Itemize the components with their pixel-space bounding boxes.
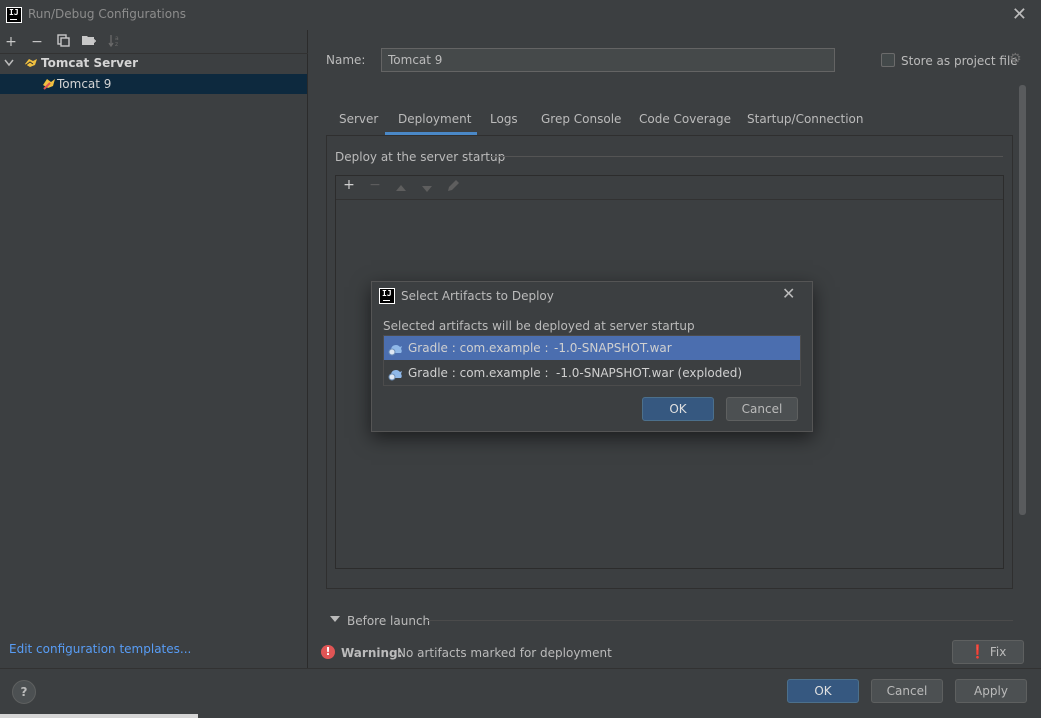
gradle-artifact-icon xyxy=(388,370,402,381)
artifact-name-suffix: -1.0-SNAPSHOT.war xyxy=(554,341,672,355)
dialog-ok-button[interactable]: OK xyxy=(642,397,714,421)
fix-button[interactable]: ❗ Fix xyxy=(952,640,1024,664)
artifact-name-suffix: -1.0-SNAPSHOT.war (exploded) xyxy=(556,366,743,380)
dialog-title: Select Artifacts to Deploy xyxy=(401,289,554,303)
ok-button[interactable]: OK xyxy=(787,679,859,703)
name-label: Name: xyxy=(326,53,366,67)
move-down-icon[interactable] xyxy=(419,181,435,197)
name-input[interactable] xyxy=(381,48,835,72)
dialog-description: Selected artifacts will be deployed at s… xyxy=(383,319,695,333)
tab-grep-console[interactable]: Grep Console xyxy=(541,112,621,126)
tree-item-tomcat-server[interactable]: Tomcat Server xyxy=(0,55,307,73)
folder-icon[interactable] xyxy=(80,34,98,50)
edit-configuration-templates-link[interactable]: Edit configuration templates... xyxy=(9,642,191,656)
window-title: Run/Debug Configurations xyxy=(28,7,186,21)
store-as-project-file-label[interactable]: Store as project file xyxy=(901,54,1018,68)
tab-code-coverage[interactable]: Code Coverage xyxy=(639,112,731,126)
intellij-logo-icon: IJ xyxy=(379,288,395,304)
sort-icon[interactable]: az xyxy=(106,34,124,51)
before-launch-toggle[interactable]: Before launch xyxy=(347,614,430,628)
vertical-scrollbar[interactable] xyxy=(1019,85,1026,515)
fix-button-label: Fix xyxy=(989,645,1007,659)
tomcat-icon xyxy=(25,59,37,67)
edit-icon[interactable] xyxy=(445,179,461,197)
remove-icon[interactable]: − xyxy=(28,34,46,50)
list-item[interactable]: Gradle : com.example : -1.0-SNAPSHOT.war xyxy=(384,336,800,360)
chevron-down-icon[interactable] xyxy=(330,616,340,622)
tab-deployment[interactable]: Deployment xyxy=(398,112,471,126)
section-divider xyxy=(490,156,1003,157)
tree-item-tomcat-9[interactable]: Tomcat 9 xyxy=(0,74,307,94)
dialog-cancel-button[interactable]: Cancel xyxy=(726,397,798,421)
svg-text:z: z xyxy=(115,41,118,47)
error-icon: ! xyxy=(321,645,335,659)
cancel-button[interactable]: Cancel xyxy=(871,679,943,703)
tree-item-label: Tomcat Server xyxy=(41,56,139,70)
apply-button[interactable]: Apply xyxy=(955,679,1027,703)
add-icon[interactable]: + xyxy=(2,34,20,50)
tab-server[interactable]: Server xyxy=(339,112,378,126)
help-button[interactable]: ? xyxy=(12,680,36,704)
close-icon[interactable]: ✕ xyxy=(782,284,795,303)
store-as-project-file-checkbox[interactable] xyxy=(881,53,895,67)
artifact-name-prefix: Gradle : com.example : xyxy=(408,366,549,380)
tab-logs[interactable]: Logs xyxy=(490,112,518,126)
configuration-tree-panel xyxy=(0,30,308,668)
taskbar-strip xyxy=(0,714,198,718)
copy-icon[interactable] xyxy=(54,34,72,51)
section-divider xyxy=(428,620,1013,621)
tab-startup-connection[interactable]: Startup/Connection xyxy=(747,112,863,126)
toolbar-divider xyxy=(0,53,308,54)
remove-icon[interactable]: − xyxy=(367,177,383,193)
gradle-artifact-icon xyxy=(388,345,402,356)
warning-pin-icon: ❗ xyxy=(969,645,986,660)
move-up-icon[interactable] xyxy=(393,180,409,196)
tomcat-run-config-icon xyxy=(43,79,55,90)
chevron-down-icon[interactable] xyxy=(4,59,14,67)
deploy-section-header: Deploy at the server startup xyxy=(335,150,506,164)
deployment-toolbar xyxy=(336,176,1003,200)
artifact-name-prefix: Gradle : com.example : xyxy=(408,341,549,355)
close-icon[interactable]: ✕ xyxy=(1012,4,1027,25)
tree-item-label: Tomcat 9 xyxy=(57,77,112,91)
add-icon[interactable]: + xyxy=(341,177,357,193)
list-item[interactable]: Gradle : com.example : -1.0-SNAPSHOT.war… xyxy=(384,361,800,385)
intellij-logo-icon: IJ xyxy=(6,7,22,23)
warning-message: No artifacts marked for deployment xyxy=(397,646,612,660)
gear-icon[interactable]: ⚙ xyxy=(1009,51,1022,67)
warning-label: Warning: xyxy=(341,646,403,660)
